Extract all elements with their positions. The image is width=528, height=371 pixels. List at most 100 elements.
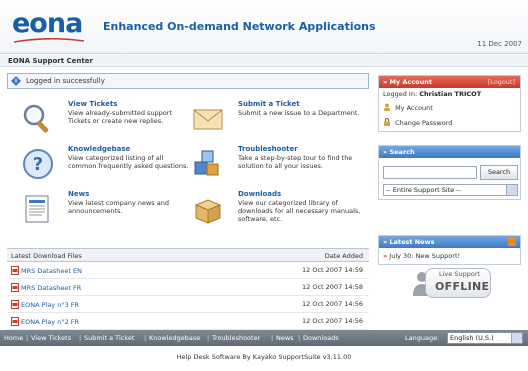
footer-separator: | <box>298 334 301 342</box>
question-icon: ? <box>23 149 53 179</box>
latest-downloads-table: Latest Download Files Date Added MRS Dat… <box>7 248 369 330</box>
news-bullet: » <box>383 252 388 260</box>
footer-separator: | <box>207 334 210 342</box>
svg-text:?: ? <box>33 154 43 175</box>
footer-link-troubleshooter[interactable]: Troubleshooter <box>212 334 260 342</box>
table-row[interactable]: EONA Play n°3 FR 12 Oct 2007 14:56 <box>7 296 369 313</box>
logged-in-line: Logged In: Christian TRICOT <box>383 90 481 98</box>
feature-troubleshooter[interactable]: Troubleshooter Take a step-by-step tour … <box>184 145 359 185</box>
user-name: Christian TRICOT <box>419 90 482 98</box>
download-date: 12 Oct 2007 14:59 <box>302 266 363 274</box>
feature-title[interactable]: Troubleshooter <box>238 145 298 153</box>
download-date: 12 Oct 2007 14:58 <box>302 283 363 291</box>
news-item[interactable]: » July 30: New Support! <box>383 252 460 260</box>
pdf-file-icon <box>11 266 19 275</box>
feature-knowledgebase[interactable]: ? Knowledgebase View categorized listing… <box>14 145 189 185</box>
magnifier-icon <box>23 104 49 133</box>
user-icon <box>384 103 390 111</box>
feature-desc: View already-submitted support Tickets o… <box>68 109 173 125</box>
table-row[interactable]: MRS Datasheet EN 12 Oct 2007 14:59 <box>7 262 369 279</box>
feature-desc: View latest company news and announcemen… <box>68 199 169 215</box>
rss-icon[interactable] <box>508 238 516 246</box>
feature-desc: Submit a new issue to a Department. <box>238 109 360 117</box>
eona-logo[interactable]: eona <box>12 8 83 39</box>
feature-news[interactable]: News View latest company news and announ… <box>14 190 189 230</box>
my-account-header: » My Account [Logout] <box>379 76 520 88</box>
cubes-icon <box>194 150 219 176</box>
lock-icon <box>384 118 390 126</box>
latest-news-panel: » Latest News » July 30: New Support! <box>378 235 521 265</box>
feature-submit-ticket[interactable]: Submit a Ticket Submit a new issue to a … <box>184 100 359 140</box>
panel-title: » My Account <box>383 78 432 86</box>
column-header-files: Latest Download Files <box>11 252 82 260</box>
footer-link-home[interactable]: Home <box>4 334 23 342</box>
logged-in-label: Logged In: <box>383 90 418 98</box>
search-button[interactable]: Search <box>480 165 518 180</box>
feature-desc: View our categorized library of download… <box>238 199 361 223</box>
feature-view-tickets[interactable]: View Tickets View already-submitted supp… <box>14 100 189 140</box>
notice-text: Logged in successfully <box>26 77 105 85</box>
envelope-icon <box>193 109 223 130</box>
logout-link[interactable]: [Logout] <box>488 78 515 86</box>
chevron-down-icon[interactable] <box>506 185 517 195</box>
download-link[interactable]: MRS Datasheet FR <box>21 284 81 292</box>
search-header: » Search <box>379 146 520 158</box>
tagline: Enhanced On-demand Network Applications <box>103 20 376 33</box>
logo-swoosh-icon <box>14 38 84 43</box>
panel-title: » Search <box>383 148 415 156</box>
live-support-label: Live Support <box>439 270 481 278</box>
download-date: 12 Oct 2007 14:56 <box>302 300 363 308</box>
footer-separator: | <box>271 334 274 342</box>
feature-desc: View categorized listing of all common f… <box>68 154 189 170</box>
footer-link-view-tickets[interactable]: View Tickets <box>31 334 71 342</box>
table-row[interactable]: MRS Datasheet FR 12 Oct 2007 14:58 <box>7 279 369 296</box>
live-support-badge[interactable]: Live Support OFFLINE <box>411 268 491 298</box>
footer-link-knowledgebase[interactable]: Knowledgebase <box>149 334 200 342</box>
box-icon <box>194 199 222 224</box>
pdf-file-icon <box>11 317 19 326</box>
language-value: English (U.S.) <box>450 334 494 342</box>
page-title: EONA Support Center <box>8 57 93 65</box>
table-header: Latest Download Files Date Added <box>7 248 369 262</box>
feature-desc: Take a step-by-step tour to find the sol… <box>238 154 353 170</box>
feature-title[interactable]: Downloads <box>238 190 281 198</box>
change-password-label[interactable]: Change Password <box>395 119 452 127</box>
feature-title[interactable]: View Tickets <box>68 100 117 108</box>
header-date: 11 Dec 2007 <box>477 40 522 48</box>
footer-nav: Home | View Tickets | Submit a Ticket | … <box>0 330 528 346</box>
latest-news-header: » Latest News <box>379 236 520 248</box>
footer-link-submit-ticket[interactable]: Submit a Ticket <box>84 334 134 342</box>
my-account-link[interactable]: My Account <box>383 103 433 112</box>
language-label: Language: <box>405 334 440 342</box>
login-notice: Logged in successfully <box>7 73 369 89</box>
feature-title[interactable]: News <box>68 190 89 198</box>
download-link[interactable]: EONA Play n°3 FR <box>21 301 79 309</box>
header: eona Enhanced On-demand Network Applicat… <box>0 0 528 54</box>
download-link[interactable]: EONA Play n°2 FR <box>21 318 79 326</box>
live-support-status: OFFLINE <box>435 280 490 293</box>
info-diamond-icon <box>11 76 21 86</box>
news-item-link[interactable]: July 30: New Support! <box>389 252 460 260</box>
language-select[interactable]: English (U.S.) <box>447 332 523 344</box>
feature-title[interactable]: Knowledgebase <box>68 145 130 153</box>
feature-downloads[interactable]: Downloads View our categorized library o… <box>184 190 361 230</box>
footer-separator: | <box>144 334 147 342</box>
newspaper-icon <box>25 195 49 223</box>
search-input[interactable] <box>383 166 477 179</box>
column-header-date: Date Added <box>324 252 363 260</box>
footer-separator: | <box>79 334 82 342</box>
pdf-file-icon <box>11 300 19 309</box>
feature-title[interactable]: Submit a Ticket <box>238 100 300 108</box>
search-scope-select[interactable]: -- Entire Support Site -- <box>383 184 518 196</box>
search-scope-value: -- Entire Support Site -- <box>386 186 461 194</box>
download-date: 12 Oct 2007 14:56 <box>302 317 363 325</box>
footer-link-downloads[interactable]: Downloads <box>303 334 339 342</box>
chevron-down-icon[interactable] <box>511 333 522 343</box>
change-password-link[interactable]: Change Password <box>383 118 452 127</box>
footer-link-news[interactable]: News <box>276 334 294 342</box>
table-row[interactable]: EONA Play n°2 FR 12 Oct 2007 14:56 <box>7 313 369 330</box>
search-panel: » Search Search -- Entire Support Site -… <box>378 145 521 200</box>
download-link[interactable]: MRS Datasheet EN <box>21 267 82 275</box>
my-account-label[interactable]: My Account <box>395 104 433 112</box>
panel-title: » Latest News <box>383 238 435 246</box>
